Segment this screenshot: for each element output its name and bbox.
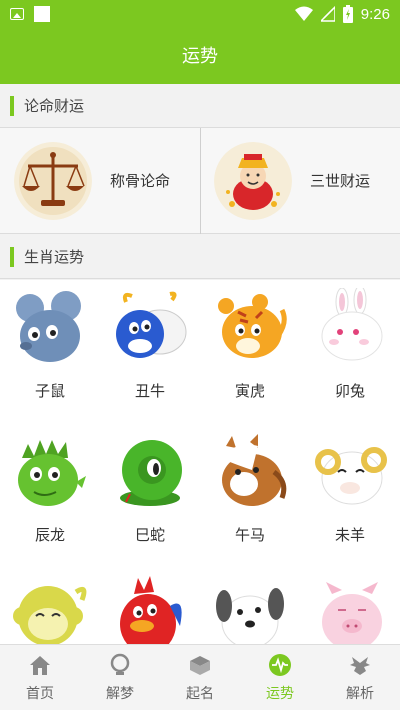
tab-dream[interactable]: 解梦 (80, 645, 160, 710)
zodiac-label: 丑牛 (134, 382, 165, 400)
tab-label: 解析 (346, 686, 374, 702)
zodiac-label: 寅虎 (234, 382, 265, 400)
zodiac-item-rabbit[interactable]: 卯兔 (300, 280, 400, 424)
zodiac-label: 卯兔 (334, 382, 365, 400)
rabbit-icon (321, 288, 383, 361)
zodiac-item-horse[interactable]: 午马 (200, 424, 300, 568)
tab-label: 解梦 (106, 686, 134, 702)
horse-icon (222, 434, 287, 506)
home-icon (30, 656, 50, 675)
zodiac-label: 子鼠 (34, 382, 65, 400)
scales-icon (14, 142, 92, 220)
tab-home[interactable]: 首页 (0, 645, 80, 710)
fortune-item-three-lives[interactable]: 三世财运 (200, 128, 400, 234)
zodiac-item-monkey[interactable]: 申猴 (0, 568, 100, 644)
ox-icon (116, 291, 187, 358)
tab-analysis[interactable]: 解析 (320, 645, 400, 710)
zodiac-label: 辰龙 (34, 526, 65, 544)
battery-icon (342, 5, 353, 23)
zodiac-item-rat[interactable]: 子鼠 (0, 280, 100, 424)
tab-label: 运势 (266, 686, 294, 702)
signal-icon (320, 6, 335, 22)
tab-fortune[interactable]: 运势 (240, 645, 320, 710)
fortune-god-icon (214, 142, 292, 220)
section-accent-bar (10, 247, 14, 267)
zodiac-item-snake[interactable]: 巳蛇 (100, 424, 200, 568)
zodiac-grid: 子鼠 丑牛 寅虎 卯兔 辰龙 巳蛇 午马 未羊 (0, 280, 400, 644)
bulb-icon (110, 653, 130, 675)
wifi-icon (294, 6, 313, 21)
rooster-icon (120, 576, 182, 644)
zodiac-section-title: 生肖运势 (24, 248, 85, 266)
box-icon (190, 656, 210, 675)
zodiac-item-rooster[interactable]: 酉鸡 (100, 568, 200, 644)
dragon-icon (18, 440, 86, 506)
zodiac-label: 巳蛇 (134, 526, 165, 544)
tiger-icon (218, 294, 287, 358)
page-title: 运势 (0, 30, 400, 84)
section-accent-bar (10, 96, 14, 116)
wave-icon (269, 654, 291, 676)
goat-icon (315, 447, 387, 505)
fortune-section-title: 论命财运 (24, 97, 85, 115)
status-bar: 9:26 (0, 0, 400, 30)
tab-naming[interactable]: 起名 (160, 645, 240, 710)
rat-icon (16, 291, 81, 362)
zodiac-item-goat[interactable]: 未羊 (300, 424, 400, 568)
zodiac-item-tiger[interactable]: 寅虎 (200, 280, 300, 424)
zodiac-label: 午马 (234, 526, 265, 544)
fortune-item-bone-weight[interactable]: 称骨论命 (0, 128, 200, 234)
zodiac-item-pig[interactable]: 亥猪 (300, 568, 400, 644)
fortune-item-label: 称骨论命 (110, 172, 171, 190)
zodiac-section-header: 生肖运势 (0, 235, 400, 279)
pig-icon (322, 582, 382, 644)
zodiac-item-ox[interactable]: 丑牛 (100, 280, 200, 424)
bottom-tab-bar: 首页 解梦 起名 运势 解析 (0, 644, 400, 710)
dog-icon (216, 588, 284, 644)
square-icon (34, 6, 50, 22)
tab-label: 起名 (186, 686, 214, 702)
fortune-section-header: 论命财运 (0, 84, 400, 128)
zodiac-item-dragon[interactable]: 辰龙 (0, 424, 100, 568)
zodiac-label: 未羊 (334, 526, 365, 544)
wings-icon (350, 657, 370, 675)
snake-icon (120, 440, 182, 506)
status-time: 9:26 (360, 5, 390, 23)
fortune-item-label: 三世财运 (310, 172, 371, 190)
fortune-row: 称骨论命 三世财运 (0, 128, 400, 234)
tab-label: 首页 (26, 686, 54, 702)
zodiac-item-dog[interactable]: 戌狗 (200, 568, 300, 644)
monkey-icon (13, 586, 87, 644)
image-icon (10, 8, 24, 20)
